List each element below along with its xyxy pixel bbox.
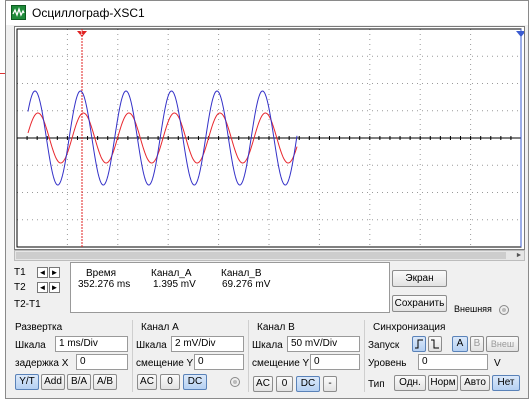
trigger-single-button[interactable]: Одн. bbox=[394, 375, 426, 391]
t1-label: T1 bbox=[14, 267, 26, 278]
t2-right-arrow-icon[interactable]: ► bbox=[49, 282, 60, 293]
t2-left-arrow-icon[interactable]: ◄ bbox=[37, 282, 48, 293]
oscilloscope-screen[interactable]: 1 bbox=[14, 26, 525, 250]
channel-a-ac-button[interactable]: AC bbox=[137, 374, 157, 390]
trigger-title: Синхронизация bbox=[373, 322, 446, 333]
add-mode-button[interactable]: Add bbox=[41, 374, 65, 390]
delay-x-input[interactable]: 0 bbox=[76, 354, 128, 370]
ab-mode-button[interactable]: A/B bbox=[93, 374, 117, 390]
channel-b-invert-button[interactable]: - bbox=[323, 376, 337, 392]
falling-edge-icon[interactable] bbox=[428, 336, 442, 352]
oscilloscope-window: Осциллограф-XSC1 1 ► T1 ◄ ► T2 ◄ ► T2-T1… bbox=[5, 0, 529, 399]
channel-b-zero-button[interactable]: 0 bbox=[276, 376, 293, 392]
section-divider bbox=[364, 320, 365, 392]
channel-b-offset-input[interactable]: 0 bbox=[310, 354, 360, 370]
channel-a-scale-input[interactable]: 2 mV/Div bbox=[171, 336, 244, 352]
t1-right-arrow-icon[interactable]: ► bbox=[49, 267, 60, 278]
trigger-source-a-button[interactable]: A bbox=[452, 336, 468, 352]
trigger-level-label: Уровень bbox=[368, 358, 407, 369]
timebase-scale-input[interactable]: 1 ms/Div bbox=[55, 336, 128, 352]
channel-b-ac-button[interactable]: AC bbox=[253, 376, 273, 392]
section-divider bbox=[248, 320, 249, 392]
channel-a-title: Канал A bbox=[141, 322, 179, 333]
trigger-source-external-button[interactable]: Внеш bbox=[486, 336, 519, 352]
timebase-scale-label: Шкала bbox=[15, 340, 46, 351]
trigger-source-b-button[interactable]: B bbox=[470, 336, 484, 352]
channel-b-dc-button[interactable]: DC bbox=[296, 376, 320, 392]
delay-x-label: задержка X bbox=[15, 358, 69, 369]
scrollbar-thumb[interactable] bbox=[16, 252, 506, 259]
channel-a-offset-input[interactable]: 0 bbox=[194, 354, 244, 370]
readout-channel-a-value: 1.395 mV bbox=[153, 279, 196, 290]
measurement-readout: Время Канал_A Канал_B 352.276 ms 1.395 m… bbox=[70, 262, 390, 313]
yt-mode-button[interactable]: Y/T bbox=[15, 374, 39, 390]
t1-left-arrow-icon[interactable]: ◄ bbox=[37, 267, 48, 278]
scroll-right-arrow-icon[interactable]: ► bbox=[514, 251, 524, 260]
channel-a-dc-button[interactable]: DC bbox=[183, 374, 207, 390]
ba-mode-button[interactable]: B/A bbox=[67, 374, 91, 390]
time-scrollbar[interactable]: ► bbox=[14, 250, 525, 261]
t2-t1-label: T2-T1 bbox=[14, 299, 41, 310]
channel-a-zero-button[interactable]: 0 bbox=[160, 374, 180, 390]
screen-button[interactable]: Экран bbox=[392, 270, 447, 287]
oscilloscope-icon bbox=[11, 5, 26, 20]
t2-label: T2 bbox=[14, 282, 26, 293]
section-divider bbox=[132, 320, 133, 392]
channel-a-scale-label: Шкала bbox=[136, 340, 167, 351]
readout-header-time: Время bbox=[86, 268, 117, 279]
channel-b-scale-input[interactable]: 50 mV/Div bbox=[287, 336, 360, 352]
external-trigger-radio[interactable] bbox=[499, 305, 509, 315]
readout-header-channel-b: Канал_B bbox=[221, 268, 262, 279]
readout-time-value: 352.276 ms bbox=[78, 279, 131, 290]
trigger-none-button[interactable]: Нет bbox=[492, 375, 520, 391]
trigger-level-unit: V bbox=[494, 358, 501, 369]
rising-edge-icon[interactable] bbox=[412, 336, 426, 352]
channel-b-scale-label: Шкала bbox=[252, 340, 283, 351]
trigger-auto-button[interactable]: Авто bbox=[460, 375, 490, 391]
trigger-normal-button[interactable]: Норм bbox=[428, 375, 458, 391]
window-title: Осциллограф-XSC1 bbox=[32, 6, 145, 20]
cursor-t2-marker bbox=[516, 31, 524, 37]
trigger-level-input[interactable]: 0 bbox=[418, 354, 488, 370]
title-bar[interactable]: Осциллограф-XSC1 bbox=[6, 1, 528, 25]
channel-a-offset-label: смещение Y bbox=[136, 358, 194, 369]
channel-b-offset-label: смещение Y bbox=[252, 358, 310, 369]
oscilloscope-display: 1 bbox=[16, 28, 524, 248]
trigger-start-label: Запуск bbox=[368, 340, 400, 351]
channel-a-radio[interactable] bbox=[230, 377, 240, 387]
readout-header-channel-a: Канал_A bbox=[151, 268, 192, 279]
timebase-title: Развертка bbox=[15, 322, 63, 333]
channel-b-title: Канал B bbox=[257, 322, 295, 333]
external-label: Внешняя bbox=[454, 304, 492, 314]
save-button[interactable]: Сохранить bbox=[392, 295, 447, 312]
trigger-type-label: Тип bbox=[368, 379, 385, 390]
screen-grid bbox=[16, 28, 522, 248]
readout-channel-b-value: 69.276 mV bbox=[222, 279, 271, 290]
